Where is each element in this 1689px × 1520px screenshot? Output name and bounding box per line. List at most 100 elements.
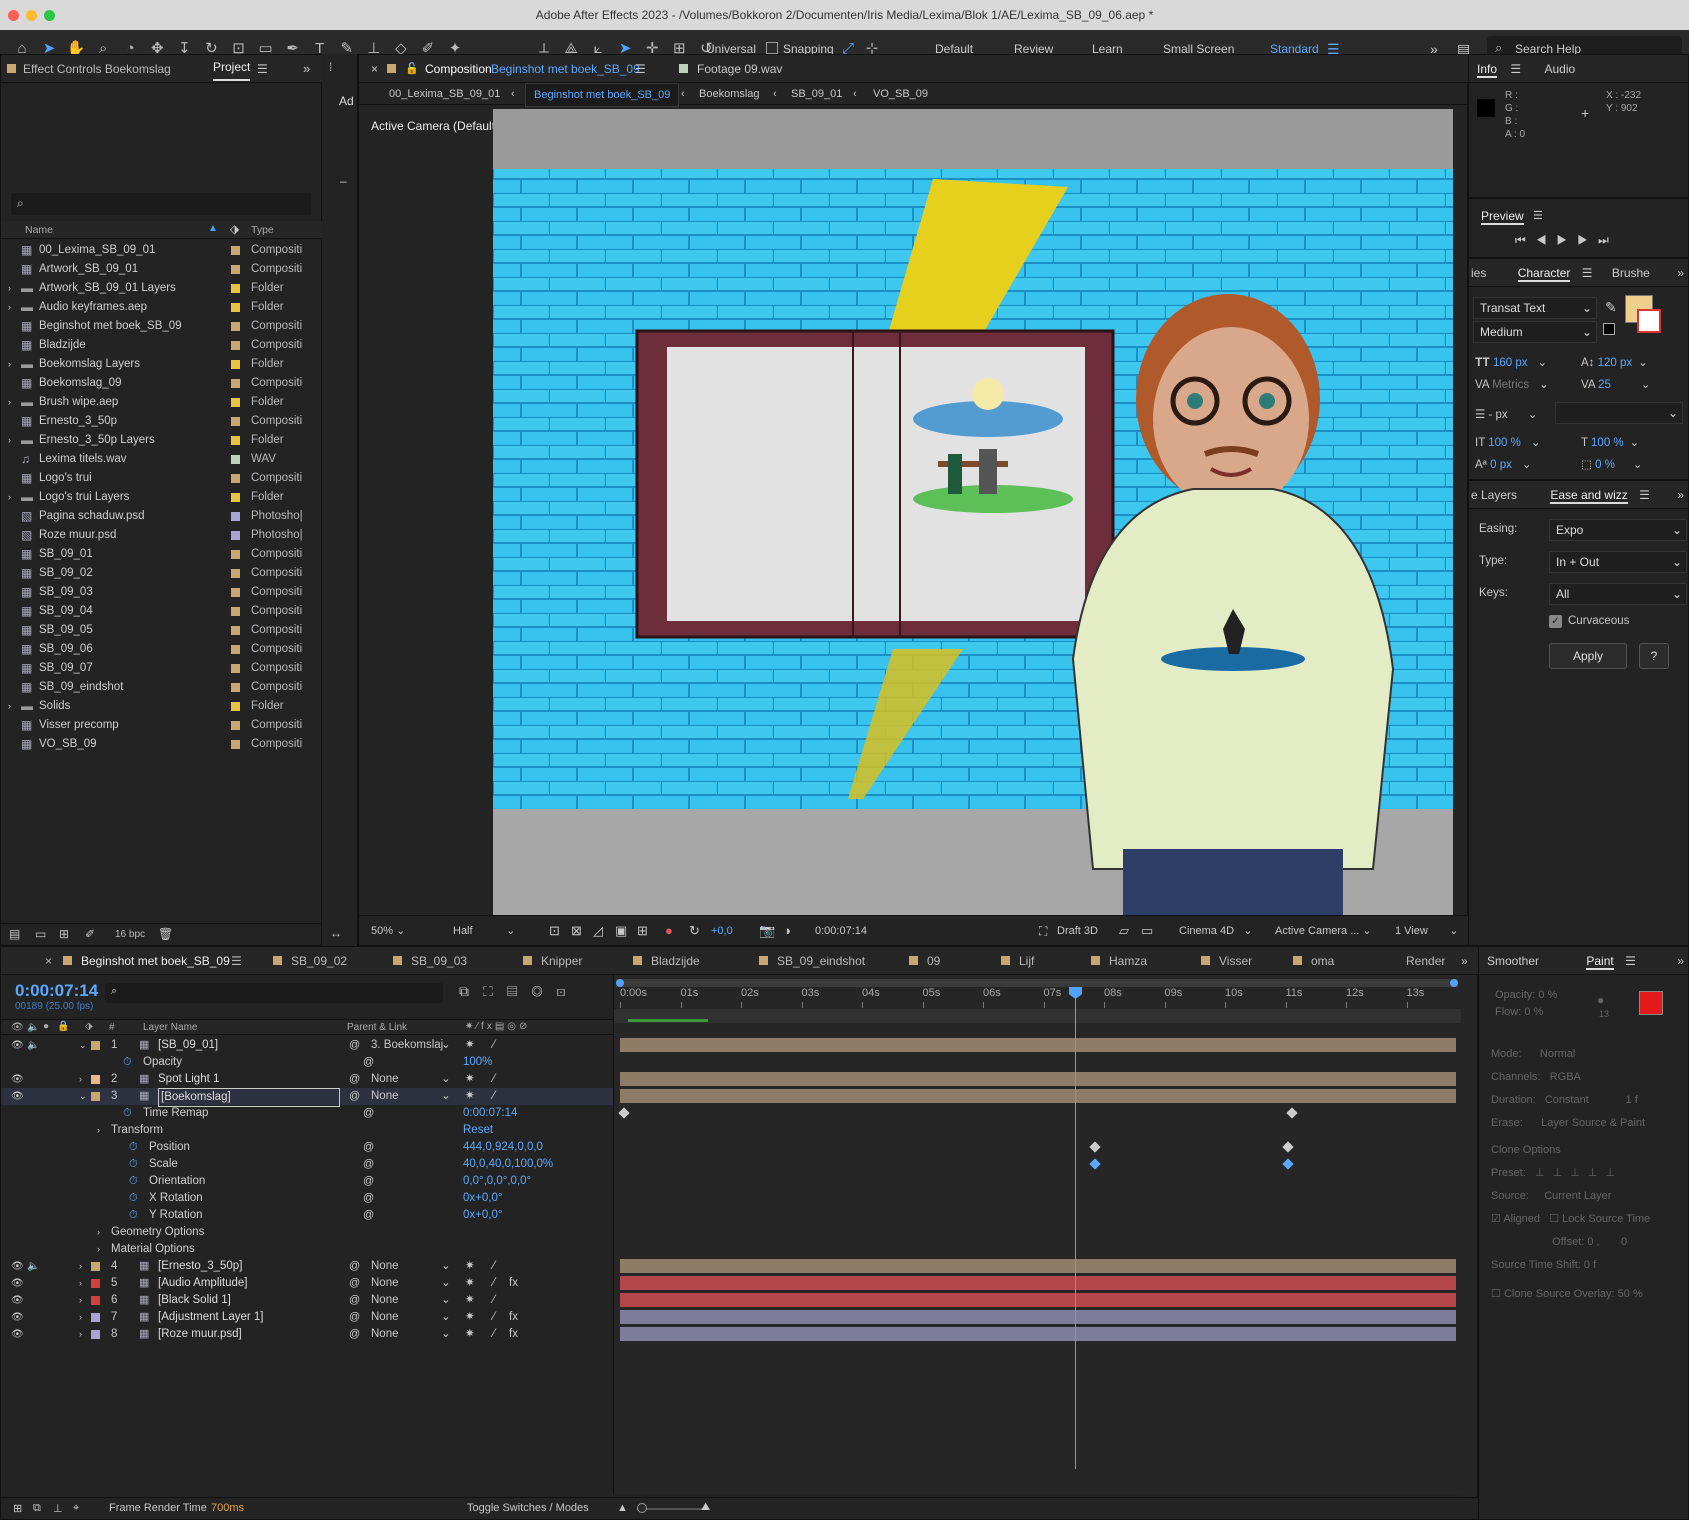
work-area-start-handle[interactable] <box>616 979 624 987</box>
close-tab-icon[interactable]: × <box>45 947 52 975</box>
pick-whip-icon[interactable]: @ <box>349 1326 360 1343</box>
source-dropdown[interactable]: Current Layer <box>1544 1190 1611 1202</box>
timeline-tab[interactable]: Render <box>1406 947 1445 975</box>
render-panel-icon[interactable]: ⊞ <box>13 1502 22 1515</box>
expression-pickwhip-icon[interactable]: @ <box>363 1156 374 1173</box>
lock-switch-icon[interactable]: 🔒 <box>57 1021 69 1032</box>
quality-switch-icon[interactable]: ⁄ <box>493 1292 495 1309</box>
eye-icon[interactable]: 👁 <box>11 1071 24 1088</box>
paint-opacity[interactable]: Opacity: 0 % <box>1495 987 1557 1004</box>
brush-tip-icon[interactable]: ● <box>1597 993 1604 1007</box>
label-color-chip[interactable] <box>231 607 240 616</box>
pick-whip-icon[interactable]: @ <box>349 1309 360 1326</box>
label-color-chip[interactable] <box>231 436 240 445</box>
lock-source-checkbox[interactable]: ☐ <box>1549 1213 1559 1225</box>
stopwatch-icon[interactable]: ⏱ <box>129 1156 138 1173</box>
timeline-graph-area[interactable]: 0:00s 01s 02s 03s 04s 05s 06s 07s 08s 09s 10s 11s 12… <box>613 975 1462 1495</box>
layer-duration-bar[interactable] <box>620 1327 1456 1341</box>
layer-label-chip[interactable] <box>91 1041 100 1050</box>
timeline-tab[interactable]: SB_09_03 <box>411 947 467 975</box>
lock-icon[interactable]: 🔓 <box>405 55 419 83</box>
expand-arrow-icon[interactable]: › <box>8 488 11 507</box>
graph-editor-icon[interactable]: ⊡ <box>557 983 580 999</box>
pick-whip-icon[interactable]: @ <box>349 1071 360 1088</box>
tab-brushes[interactable]: Brushe <box>1612 266 1650 280</box>
parent-dropdown[interactable]: None <box>371 1071 399 1088</box>
layer-search-input[interactable]: ⌕ <box>105 983 443 1003</box>
layer-row[interactable]: 👁 › 6 ▦ [Black Solid 1] @ None ⌄ ✷ ⁄ <box>1 1292 613 1309</box>
eye-icon[interactable]: 👁 <box>11 1326 24 1343</box>
minimize-window-icon[interactable] <box>26 10 37 22</box>
quality-switch-icon[interactable]: ⁄ <box>493 1088 495 1105</box>
project-item[interactable]: › ▬ Brush wipe.aep Folder <box>1 393 323 412</box>
expression-pickwhip-icon[interactable]: @ <box>363 1190 374 1207</box>
channels-dropdown[interactable]: RGBA <box>1550 1071 1581 1083</box>
play-icon[interactable]: ▶ <box>1557 233 1578 247</box>
label-icon[interactable]: ⬗ <box>85 1021 93 1032</box>
project-item[interactable]: ▦ SB_09_05 Compositi <box>1 621 323 640</box>
speaker-icon[interactable]: 🔈 <box>27 1258 39 1275</box>
breadcrumb-1[interactable]: Beginshot met boek_SB_09 <box>525 83 680 107</box>
expand-arrow-icon[interactable]: › <box>8 393 11 412</box>
timeline-tab[interactable]: SB_09_02 <box>291 947 347 975</box>
parent-dropdown[interactable]: None <box>371 1292 399 1309</box>
horizontal-scale-value[interactable]: 100 % <box>1591 437 1624 449</box>
3d-ground-plane-icon[interactable]: ▱ <box>1119 916 1129 946</box>
property-row[interactable]: ⏱ Scale @40,0,40,0,100,0% <box>1 1156 613 1173</box>
label-color-chip[interactable] <box>231 645 240 654</box>
breadcrumb-0[interactable]: 00_Lexima_SB_09_01 <box>389 83 500 105</box>
panel-overflow-icon[interactable]: » <box>1677 259 1684 286</box>
extended-viewer-icon[interactable]: ▭ <box>1141 916 1153 946</box>
preview-tab[interactable]: Preview <box>1481 209 1524 225</box>
solo-switch-icon[interactable]: ● <box>43 1021 49 1032</box>
property-value[interactable]: 100% <box>463 1054 492 1071</box>
column-type-header[interactable]: Type <box>251 224 274 236</box>
shy-switch-icon[interactable]: ✷ <box>465 1258 475 1275</box>
expand-arrows-icon[interactable]: ↔ <box>330 926 342 940</box>
layer-name[interactable]: [Ernesto_3_50p] <box>158 1258 242 1275</box>
expand-arrow-icon[interactable]: › <box>8 431 11 450</box>
offset-label[interactable]: Offset: 0 , <box>1552 1236 1600 1248</box>
renderer-dropdown[interactable]: Cinema 4D ⌄ <box>1179 916 1252 946</box>
reset-exposure-icon[interactable]: ↻ <box>689 916 700 946</box>
font-family-dropdown[interactable]: Transat Text ⌄ <box>1473 297 1597 319</box>
project-item[interactable]: ▦ SB_09_07 Compositi <box>1 659 323 678</box>
shy-switch-icon[interactable]: ✷ <box>465 1088 475 1105</box>
composition-tab-name[interactable]: Beginshot met boek_SB_09 <box>491 55 640 83</box>
info-menu-icon[interactable]: ☰ <box>1510 62 1521 76</box>
zoom-slider[interactable] <box>637 1508 707 1510</box>
keyframe[interactable] <box>1282 1141 1294 1153</box>
guides-icon[interactable]: ⊞ <box>637 916 648 946</box>
project-item[interactable]: › ▬ Logo's trui Layers Folder <box>1 488 323 507</box>
label-color-chip[interactable] <box>231 360 240 369</box>
video-switch-icon[interactable]: 👁 <box>11 1022 24 1033</box>
tab-smoother[interactable]: Smoother <box>1487 954 1539 968</box>
layer-duration-bar[interactable] <box>620 1293 1456 1307</box>
black-swatch[interactable] <box>1603 323 1615 335</box>
layer-name[interactable]: [Black Solid 1] <box>158 1292 231 1309</box>
label-color-chip[interactable] <box>231 417 240 426</box>
work-area-bar[interactable] <box>616 979 1458 987</box>
parent-dropdown[interactable]: None <box>371 1309 399 1326</box>
label-color-chip[interactable] <box>231 550 240 559</box>
expression-pickwhip-icon[interactable]: @ <box>363 1054 374 1071</box>
first-frame-icon[interactable]: ⏮ <box>1515 233 1536 247</box>
property-row[interactable]: ⏱ Opacity @100% <box>1 1054 613 1071</box>
toggle-switches-modes[interactable]: Toggle Switches / Modes <box>467 1502 589 1514</box>
project-item[interactable]: › ▬ Ernesto_3_50p Layers Folder <box>1 431 323 450</box>
label-color-chip[interactable] <box>231 721 240 730</box>
label-color-chip[interactable] <box>231 455 240 464</box>
pick-whip-icon[interactable]: @ <box>349 1292 360 1309</box>
stopwatch-icon[interactable]: ⏱ <box>129 1207 138 1224</box>
stroke-type-dropdown[interactable]: ⌄ <box>1555 402 1683 424</box>
label-color-chip[interactable] <box>231 322 240 331</box>
property-group-row[interactable]: › Geometry Options <box>1 1224 613 1241</box>
label-color-chip[interactable] <box>231 702 240 711</box>
label-color-chip[interactable] <box>231 379 240 388</box>
shy-switch-icon[interactable]: ✷ <box>465 1309 475 1326</box>
collapse-dash-icon[interactable]: – <box>340 174 347 188</box>
effects-switch-icon[interactable]: fx <box>509 1309 518 1326</box>
timeline-tab[interactable]: Hamza <box>1109 947 1147 975</box>
expand-arrow-icon[interactable]: ⌄ <box>79 1037 87 1054</box>
clone-overlay-checkbox[interactable]: ☐ <box>1491 1288 1501 1300</box>
